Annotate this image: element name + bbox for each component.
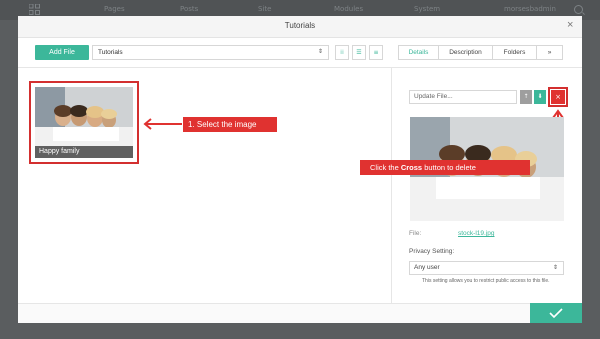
tab-more[interactable]: »: [537, 46, 562, 59]
nav-modules[interactable]: Modules: [334, 5, 363, 13]
detail-view-icon[interactable]: ≡: [369, 45, 383, 60]
callout-delete: Click the Cross button to delete: [360, 160, 530, 175]
nav-pages[interactable]: Pages: [104, 5, 125, 13]
confirm-button[interactable]: [530, 303, 582, 323]
tab-folders[interactable]: Folders: [493, 46, 537, 59]
tab-description[interactable]: Description: [439, 46, 493, 59]
delete-file-button[interactable]: ×: [551, 90, 565, 104]
privacy-label: Privacy Setting:: [409, 248, 455, 255]
apps-grid-icon[interactable]: [29, 4, 40, 15]
select-caret-icon: ⇕: [317, 49, 323, 55]
callout-delete-bold: Cross: [400, 163, 423, 172]
checkmark-icon: [549, 308, 563, 319]
folder-select[interactable]: Tutorials ⇕: [92, 45, 329, 60]
modal-footer: [18, 303, 582, 323]
privacy-select[interactable]: Any user ⇕: [409, 261, 564, 275]
add-file-button[interactable]: Add File: [35, 45, 89, 60]
arrow-left-icon: [143, 118, 182, 130]
replace-file-button[interactable]: ↑: [520, 90, 532, 104]
list-view-icon[interactable]: ☰: [352, 45, 366, 60]
privacy-help-text: This setting allows you to restrict publ…: [422, 278, 550, 284]
details-tabs: Details Description Folders »: [398, 45, 563, 60]
nav-site[interactable]: Site: [258, 5, 271, 13]
pane-divider: [391, 68, 392, 303]
folder-select-value: Tutorials: [98, 49, 123, 56]
callout-delete-suffix: button to delete: [422, 163, 476, 172]
nav-posts[interactable]: Posts: [180, 5, 198, 13]
file-manager-modal: Tutorials × Add File Tutorials ⇕ ⁞⁞ ☰ ≡ …: [18, 16, 582, 323]
tab-details[interactable]: Details: [399, 46, 439, 59]
image-caption: Happy family: [35, 146, 133, 158]
thumbnails-view-icon[interactable]: ⁞⁞: [335, 45, 349, 60]
nav-user[interactable]: morsesbadmin: [504, 5, 556, 13]
image-tile[interactable]: Happy family: [35, 87, 133, 158]
search-icon[interactable]: [574, 5, 583, 14]
select-caret-icon: ⇕: [552, 265, 558, 271]
file-label: File:: [409, 230, 422, 237]
file-name-link[interactable]: stock-l19.jpg: [458, 230, 495, 237]
close-icon[interactable]: ×: [567, 19, 573, 31]
toolbar: Add File Tutorials ⇕ ⁞⁞ ☰ ≡ Details Desc…: [18, 38, 582, 68]
nav-system[interactable]: System: [414, 5, 440, 13]
update-file-input[interactable]: Update File...: [409, 90, 517, 104]
modal-header: Tutorials ×: [18, 16, 582, 38]
download-button[interactable]: ⬇: [534, 90, 546, 104]
privacy-select-value: Any user: [414, 264, 440, 271]
modal-title: Tutorials: [284, 21, 316, 30]
callout-select-image: 1. Select the image: [183, 117, 277, 132]
callout-delete-prefix: Click the: [370, 163, 401, 172]
